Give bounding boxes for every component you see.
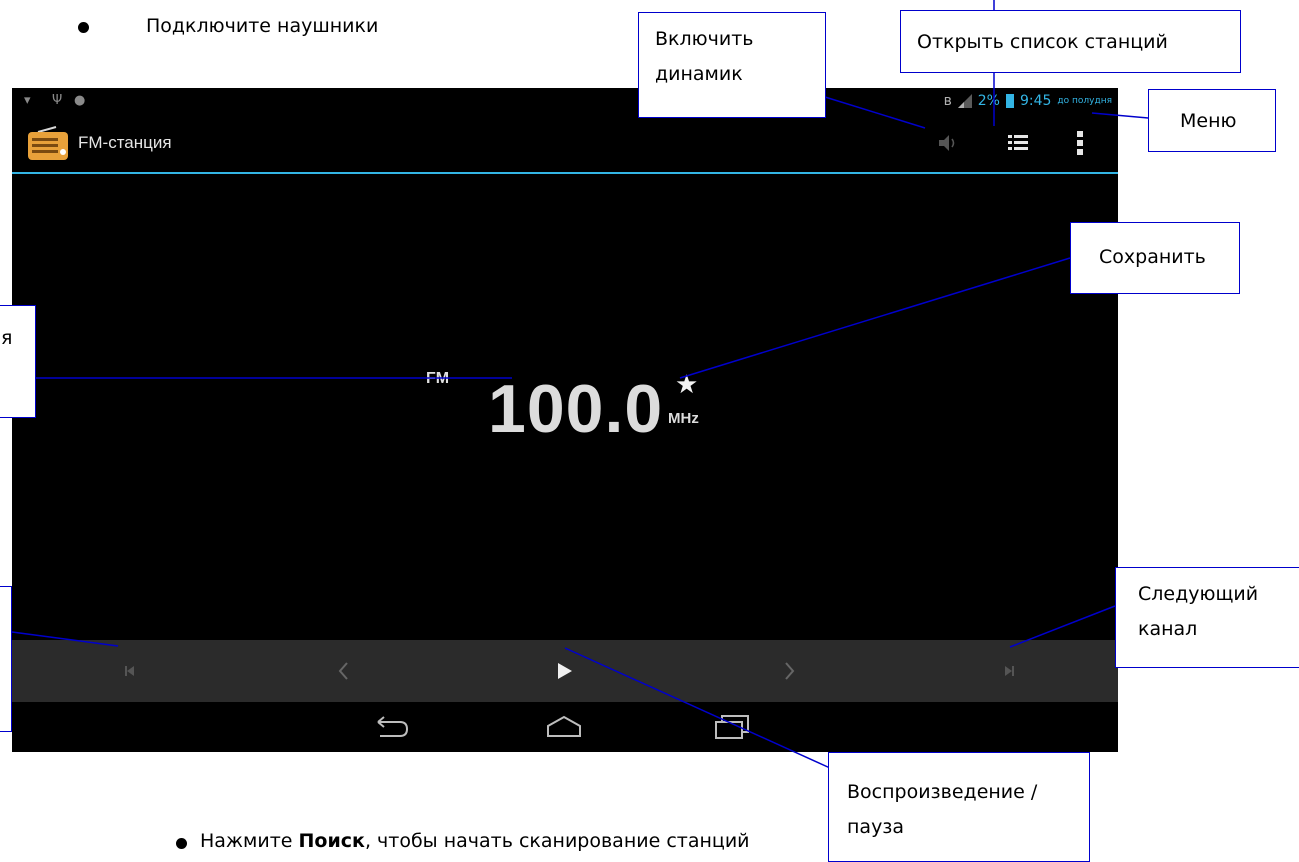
next-station-icon[interactable] [994,657,1024,685]
status-bar: ▾ Ψ ● ʙ 2% 9:45 до полудня [12,88,1118,114]
previous-station-icon[interactable] [115,657,145,685]
overflow-menu-icon[interactable] [1074,128,1086,158]
wifi-icon: ▾ [24,93,31,108]
instruction-search-rest: , чтобы начать сканирование станций [364,830,750,852]
instruction-search-keyword: Поиск [298,830,365,852]
frequency-unit: MHz [668,410,699,427]
instruction-search: Нажмите Поиск, чтобы начать сканирование… [200,830,750,852]
action-bar: FM-станция [12,114,1118,174]
home-icon[interactable] [544,712,584,742]
bullet-dot-bottom [176,838,187,849]
fm-radio-screen: ▾ Ψ ● ʙ 2% 9:45 до полудня FM-станция FM… [12,88,1118,752]
playback-controls [12,640,1118,702]
bullet-dot-top [78,22,89,33]
play-icon[interactable] [550,657,580,685]
radio-icon[interactable] [26,126,72,162]
station-list-icon[interactable] [1005,130,1031,156]
instruction-connect-headphones: Подключите наушники [146,15,379,37]
instruction-search-prefix: Нажмите [200,830,299,852]
callout-station-list: Открыть список станций [900,10,1241,73]
battery-percent: 2% [977,93,1000,109]
seek-forward-icon[interactable] [774,657,804,685]
clock: 9:45 [1019,93,1052,109]
navigation-bar [12,702,1118,752]
band-label: FM [426,370,450,387]
bluetooth-icon: ʙ [943,93,952,109]
callout-speaker: Включить динамик [638,12,826,118]
callout-frequency-partial: я [0,305,36,418]
callout-left-partial [0,586,12,732]
clock-ampm: до полудня [1057,96,1112,106]
android-icon: ● [74,93,86,108]
frequency-display: 100.0 [488,371,664,447]
status-bar-right: ʙ 2% 9:45 до полудня [944,92,1112,110]
speaker-icon[interactable] [934,130,960,156]
star-icon[interactable]: ★ [675,372,698,398]
usb-icon: Ψ [52,93,63,108]
callout-save: Сохранить [1070,222,1240,294]
back-icon[interactable] [372,712,412,742]
callout-menu: Меню [1148,89,1276,152]
seek-back-icon[interactable] [329,657,359,685]
battery-icon [1005,94,1014,108]
callout-play-pause: Воспроизведение /пауза [828,752,1090,862]
signal-icon [957,94,972,108]
recent-apps-icon[interactable] [712,712,752,742]
app-title: FM-станция [78,133,172,152]
callout-next-channel: Следующий канал [1115,567,1299,668]
